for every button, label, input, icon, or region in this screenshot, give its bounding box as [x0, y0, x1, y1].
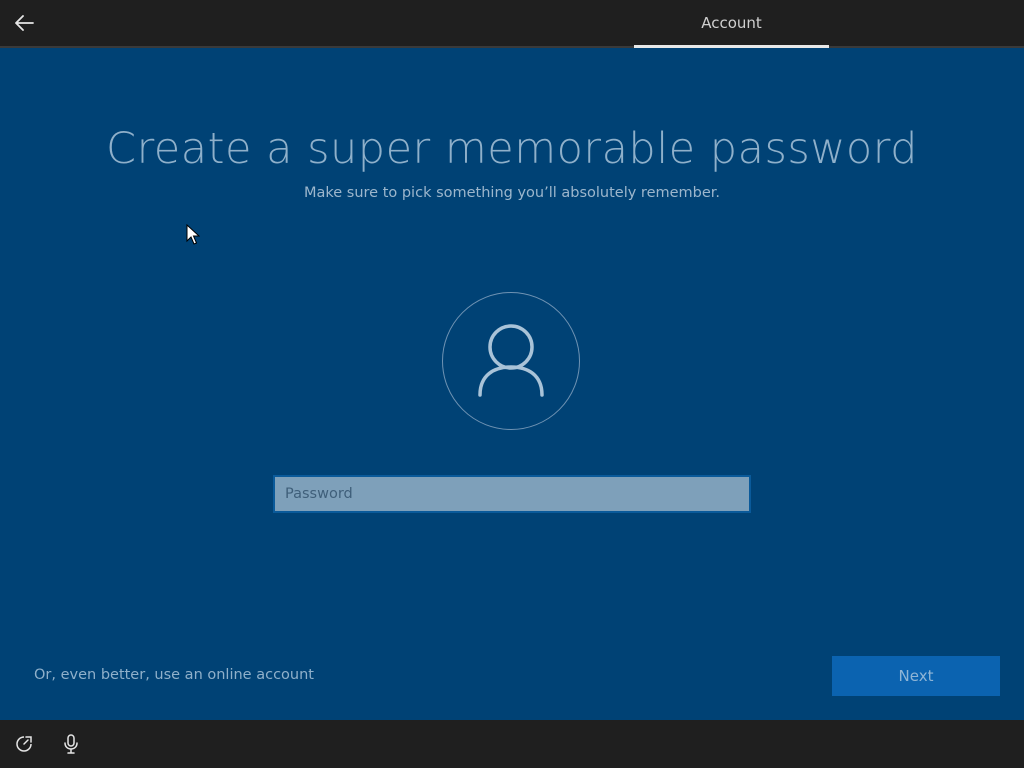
page-subtitle: Make sure to pick something you’ll absol…	[303, 185, 721, 201]
tab-account-label: Account	[701, 14, 762, 32]
online-account-link[interactable]: Or, even better, use an online account	[34, 667, 314, 683]
next-button-label: Next	[898, 667, 934, 685]
oobe-screen: Account Create a super memorable passwor…	[0, 0, 1024, 768]
mouse-pointer-icon	[186, 224, 200, 245]
tab-active-indicator	[634, 45, 829, 48]
microphone-button[interactable]	[59, 732, 83, 756]
microphone-icon	[64, 734, 78, 754]
bottom-bar	[0, 720, 1024, 768]
top-bar: Account	[0, 0, 1024, 48]
back-button[interactable]	[8, 8, 40, 38]
ease-of-access-icon	[16, 736, 32, 752]
user-icon	[478, 324, 544, 397]
arrow-left-icon	[15, 15, 34, 31]
page-title: Create a super memorable password	[106, 124, 918, 174]
password-field[interactable]	[273, 475, 751, 513]
avatar	[442, 292, 580, 430]
tab-account[interactable]: Account	[634, 0, 829, 46]
next-button[interactable]: Next	[832, 656, 1000, 696]
ease-of-access-button[interactable]	[12, 732, 36, 756]
